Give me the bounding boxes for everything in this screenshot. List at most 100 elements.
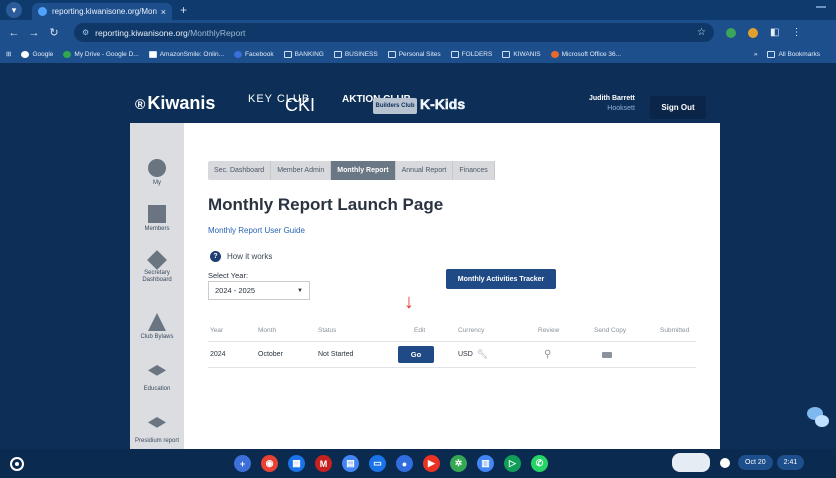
user-guide-link[interactable]: Monthly Report User Guide (208, 226, 305, 235)
bookmark-folder[interactable]: KIWANIS (502, 50, 541, 58)
bookmark-folder[interactable]: FOLDERS (450, 50, 492, 58)
launcher-icon[interactable] (10, 456, 24, 471)
chevron-down-icon: ▼ (297, 287, 303, 294)
status-dot-icon[interactable] (720, 457, 730, 468)
bookmark-item[interactable]: Facebook (234, 50, 274, 58)
bookmark-item[interactable]: AmazonSmile: Onlin... (148, 50, 224, 58)
col-year: Year (210, 327, 224, 334)
bookmark-folder[interactable]: Personal Sites (387, 50, 441, 58)
files-icon[interactable]: ▦ (288, 455, 305, 472)
tab-finances[interactable]: Finances (453, 161, 495, 180)
folder-app-icon[interactable]: ▭ (369, 455, 386, 472)
extension-icon[interactable] (726, 27, 736, 38)
photos-icon[interactable]: ✲ (450, 455, 467, 472)
user-info: Judith Barrett Hooksett (589, 94, 635, 114)
folder-icon (333, 50, 342, 58)
year-select[interactable]: 2024 - 2025 ▼ (208, 281, 310, 300)
scales-icon (148, 313, 166, 331)
time-display[interactable]: 2:41 (776, 455, 805, 470)
youtube-icon[interactable]: ▶ (423, 455, 440, 472)
forward-icon[interactable]: → (26, 27, 42, 39)
tray-preview[interactable] (672, 453, 710, 472)
education-icon (148, 365, 166, 376)
bookmark-star-icon[interactable]: ☆ (697, 27, 706, 38)
minimize-icon[interactable] (816, 6, 826, 8)
sidenav-my[interactable]: My (130, 159, 184, 187)
office-icon (550, 50, 559, 58)
folder-icon (450, 50, 459, 58)
browser-toolbar: ← → ↻ ⚙ reporting.kiwanisone.org/Monthly… (0, 20, 836, 45)
amazon-icon (148, 50, 157, 58)
tab-annual-report[interactable]: Annual Report (396, 161, 454, 180)
kiwanis-logo[interactable]: ® Kiwanis (135, 93, 215, 114)
wrench-icon[interactable]: 🔧︎ (477, 349, 488, 360)
new-tab-button[interactable]: + (180, 3, 187, 17)
folder-icon (502, 50, 511, 58)
folder-icon (283, 50, 292, 58)
table-header: Year Month Status Edit Currency Review S… (208, 320, 696, 342)
back-icon[interactable]: ← (6, 27, 22, 39)
how-it-works-link[interactable]: ? How it works (210, 251, 272, 262)
bookmark-item[interactable]: My Drive - Google D... (63, 50, 139, 58)
all-bookmarks-folder[interactable]: All Bookmarks (767, 50, 820, 58)
docs-icon[interactable]: ▤ (342, 455, 359, 472)
extension-icon[interactable] (748, 27, 758, 38)
tab-title: reporting.kiwanisone.org/Mon (52, 7, 157, 16)
tab-sec-dashboard[interactable]: Sec. Dashboard (208, 161, 272, 180)
sidenav-secretary-dashboard[interactable]: Secretary Dashboard (130, 250, 184, 284)
messages-icon[interactable]: ● (396, 455, 413, 472)
club-name: Hooksett (607, 105, 635, 112)
play-store-icon[interactable]: ▷ (504, 455, 521, 472)
monthly-activities-tracker-button[interactable]: Monthly Activities Tracker (446, 269, 556, 289)
section-tabs: Sec. Dashboard Member Admin Monthly Repo… (208, 161, 495, 180)
col-currency: Currency (458, 327, 485, 334)
browser-tab[interactable]: reporting.kiwanisone.org/Mon × (32, 3, 172, 20)
date-display[interactable]: Oct 20 (738, 455, 773, 470)
bookmark-item[interactable]: Microsoft Office 36... (550, 50, 621, 58)
person-icon (148, 159, 166, 177)
sign-out-button[interactable]: Sign Out (650, 96, 706, 119)
whatsapp-icon[interactable]: ✆ (531, 455, 548, 472)
doc-app-icon[interactable]: ▥ (477, 455, 494, 472)
col-status: Status (318, 327, 337, 334)
add-icon[interactable]: + (234, 455, 251, 472)
go-button[interactable]: Go (398, 346, 434, 363)
bookmark-item[interactable]: Google (21, 50, 53, 58)
drive-icon (63, 50, 72, 58)
bookmarks-more[interactable]: » (754, 51, 758, 58)
sidenav-education[interactable]: Education (130, 365, 184, 393)
reload-icon[interactable]: ↻ (46, 26, 62, 39)
help-icon: ? (210, 251, 221, 262)
favicon-icon (38, 7, 47, 16)
gmail-icon[interactable]: M (315, 455, 332, 472)
bookmark-folder[interactable]: BUSINESS (333, 50, 378, 58)
web-page: ®Kiwanis KEY CLUB CKI AKTION CLUB Builde… (0, 63, 836, 449)
kiwanis-mark-icon: ® (135, 95, 146, 112)
builders-club-logo[interactable]: Builders Club (373, 98, 417, 114)
sidenav-club-bylaws[interactable]: Club Bylaws (130, 313, 184, 341)
apps-icon[interactable]: ⊞ (6, 50, 11, 58)
tab-member-admin[interactable]: Member Admin (271, 161, 332, 180)
tab-search-icon[interactable]: ▾ (6, 2, 22, 18)
page-title: Monthly Report Launch Page (208, 195, 444, 214)
chrome-icon[interactable]: ◉ (261, 455, 278, 472)
folder-icon (767, 50, 776, 58)
site-info-icon[interactable]: ⚙ (82, 28, 89, 37)
tab-monthly-report[interactable]: Monthly Report (331, 161, 396, 180)
extensions-puzzle-icon[interactable]: ◧ (770, 27, 779, 38)
k-kids-logo[interactable]: K-Kids (420, 96, 466, 113)
cell-year: 2024 (210, 351, 226, 358)
address-bar[interactable]: ⚙ reporting.kiwanisone.org/MonthlyReport… (74, 23, 714, 42)
menu-icon[interactable]: ⋮ (791, 27, 801, 38)
bookmark-folder[interactable]: BANKING (283, 50, 324, 58)
sidenav-members[interactable]: Members (130, 205, 184, 233)
chat-bubbles-icon[interactable] (807, 407, 831, 429)
cki-logo[interactable]: CKI (285, 95, 315, 116)
col-submitted: Submitted (660, 327, 690, 334)
tab-close-icon[interactable]: × (161, 7, 166, 17)
col-edit: Edit (414, 327, 426, 334)
sidenav-presidium-report[interactable]: Presidium report (130, 417, 184, 445)
search-icon[interactable]: ⚲ (544, 349, 551, 360)
mail-icon[interactable] (602, 351, 612, 358)
os-shelf: + ◉ ▦ M ▤ ▭ ● ▶ ✲ ▥ ▷ ✆ Oct 20 2:41 (0, 449, 836, 478)
